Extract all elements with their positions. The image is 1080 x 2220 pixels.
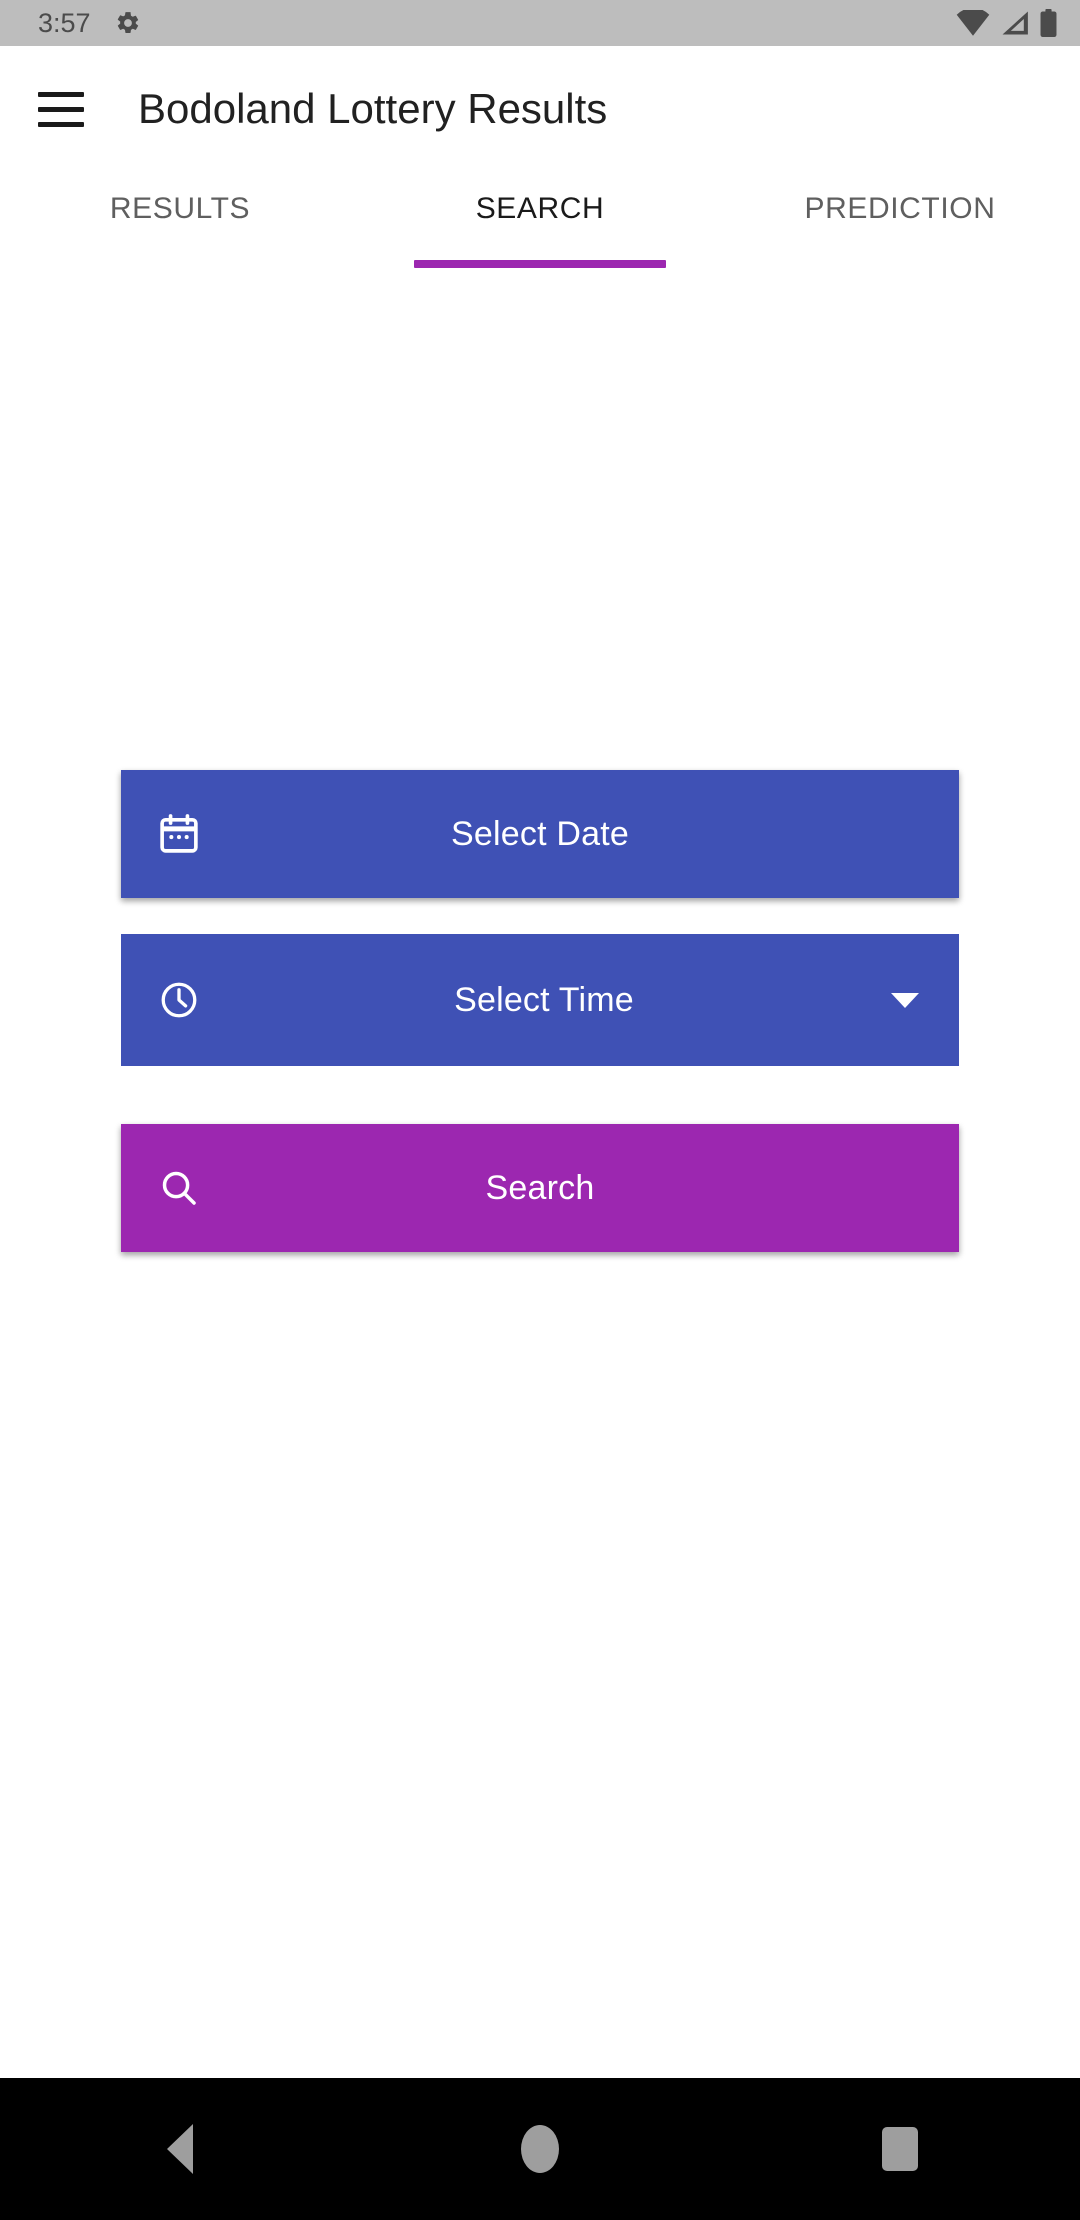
tab-active-indicator: [414, 260, 666, 268]
gear-icon: [115, 10, 141, 36]
tab-search-label: SEARCH: [475, 192, 605, 225]
select-time-button[interactable]: Select Time: [121, 934, 959, 1066]
search-button[interactable]: Search: [121, 1124, 959, 1252]
status-bar-right: [956, 9, 1058, 37]
signal-icon: [999, 10, 1030, 36]
search-icon: [155, 1164, 203, 1212]
app-bar: Bodoland Lottery Results: [0, 46, 1080, 172]
wifi-icon: [956, 10, 990, 36]
recents-square-icon: [882, 2127, 918, 2171]
search-button-label: Search: [485, 1168, 595, 1207]
chevron-down-icon[interactable]: [885, 992, 925, 1008]
nav-back-button[interactable]: [100, 2078, 260, 2220]
status-bar: 3:57: [0, 0, 1080, 46]
tab-bar: RESULTS SEARCH PREDICTION: [0, 172, 1080, 282]
nav-home-button[interactable]: [460, 2078, 620, 2220]
status-bar-left: 3:57: [38, 7, 141, 38]
nav-recents-button[interactable]: [820, 2078, 980, 2220]
tab-search[interactable]: SEARCH: [360, 172, 720, 282]
tab-results-label: RESULTS: [109, 192, 251, 225]
search-tab-content: Select Date Select Time Search: [0, 282, 1080, 2078]
app-root: 3:57 Bodoland Lottery Results RESULTS SE…: [0, 0, 1080, 2220]
tab-prediction-label: PREDICTION: [804, 192, 996, 225]
tab-prediction[interactable]: PREDICTION: [720, 172, 1080, 282]
select-date-button[interactable]: Select Date: [121, 770, 959, 898]
select-date-label: Select Date: [451, 814, 629, 853]
search-form: Select Date Select Time Search: [0, 770, 1080, 1252]
hamburger-menu-icon[interactable]: [38, 85, 86, 133]
calendar-icon: [155, 810, 203, 858]
tab-results[interactable]: RESULTS: [0, 172, 360, 282]
home-circle-icon: [521, 2125, 559, 2173]
back-triangle-icon: [167, 2124, 193, 2174]
page-title: Bodoland Lottery Results: [138, 85, 608, 132]
select-time-label: Select Time: [454, 980, 634, 1019]
clock-icon: [155, 976, 203, 1024]
status-bar-clock: 3:57: [38, 7, 91, 38]
battery-icon: [1039, 9, 1058, 37]
android-navigation-bar: [0, 2078, 1080, 2220]
